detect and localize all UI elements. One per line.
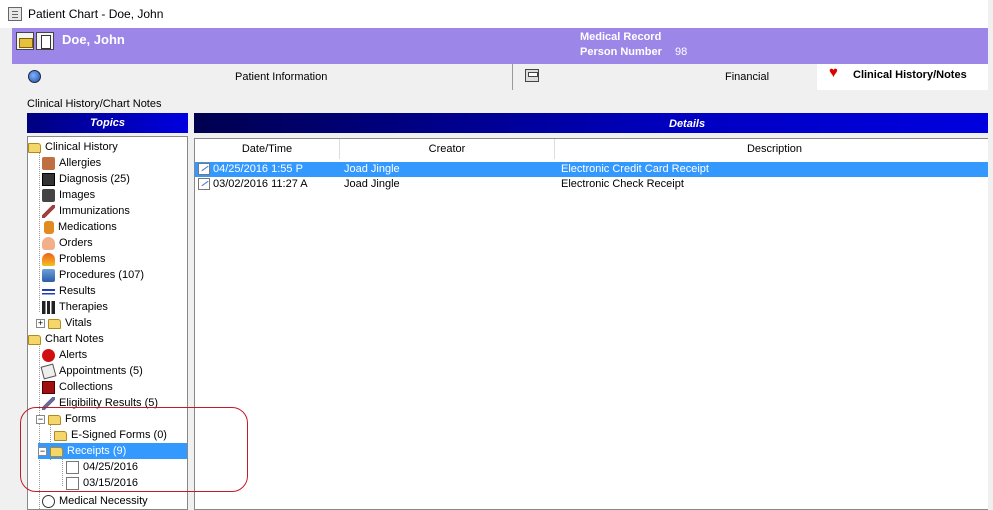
tree-item-images[interactable]: Images	[42, 187, 97, 203]
person-number-value: 98	[675, 46, 688, 58]
orders-icon	[42, 236, 55, 250]
tree-item-allergies[interactable]: Allergies	[42, 155, 103, 171]
tree-item-problems[interactable]: Problems	[42, 251, 107, 267]
tree-item-medications[interactable]: Medications	[42, 219, 119, 235]
chart-document-button[interactable]	[36, 32, 54, 50]
tree-item-diagnosis[interactable]: Diagnosis (25)	[42, 171, 132, 187]
tab-patient-information[interactable]: Patient Information	[12, 64, 512, 90]
tab-label: Patient Information	[235, 71, 328, 83]
tree-item-appointments[interactable]: Appointments (5)	[40, 363, 145, 379]
tree-item-label: Medications	[58, 221, 117, 233]
row-creator: Joad Jingle	[344, 163, 400, 175]
tree-guide-line	[39, 152, 40, 312]
tree-item-label: Immunizations	[59, 205, 130, 217]
topics-header: Topics	[27, 113, 188, 133]
column-header-date-time[interactable]: Date/Time	[195, 139, 340, 159]
topics-header-label: Topics	[89, 117, 126, 129]
section-label: Clinical History/Chart Notes	[27, 98, 162, 110]
tree-item-label: Appointments (5)	[59, 365, 143, 377]
clock-icon	[42, 494, 55, 508]
tree-item-label: Orders	[59, 237, 93, 249]
row-creator: Joad Jingle	[344, 178, 400, 190]
tree-item-results[interactable]: Results	[42, 283, 98, 299]
tree-item-therapies[interactable]: Therapies	[42, 299, 110, 315]
tree-item-label: Collections	[59, 381, 113, 393]
tree-item-label: Vitals	[65, 317, 92, 329]
row-description: Electronic Check Receipt	[561, 178, 684, 190]
results-icon	[42, 284, 55, 298]
calculator-icon	[525, 69, 539, 82]
document-icon	[198, 163, 210, 175]
tree-item-label: Clinical History	[45, 141, 118, 153]
column-header-description[interactable]: Description	[555, 139, 993, 159]
tree-item-label: Therapies	[59, 301, 108, 313]
tree-item-immunizations[interactable]: Immunizations	[42, 203, 132, 219]
window-scrollbar[interactable]	[988, 0, 993, 510]
details-list[interactable]: Date/Time Creator Description 04/25/2016…	[194, 138, 993, 510]
heart-icon	[829, 64, 843, 81]
problems-icon	[42, 252, 55, 266]
tree-item-alerts[interactable]: Alerts	[42, 347, 89, 363]
tree-item-clinical-history[interactable]: Clinical History	[28, 139, 120, 155]
folder-icon	[28, 143, 41, 153]
details-header: Details	[194, 113, 993, 133]
procedures-icon	[42, 268, 55, 282]
folder-icon	[28, 335, 41, 345]
tree-item-label: Results	[59, 285, 96, 297]
tab-label: Clinical History/Notes	[853, 69, 967, 81]
highlight-annotation	[20, 407, 248, 492]
tree-item-label: Medical Necessity	[59, 495, 148, 507]
tree-item-orders[interactable]: Orders	[42, 235, 95, 251]
row-date: 04/25/2016 1:55 P	[213, 163, 303, 175]
clipboard-icon	[8, 7, 22, 21]
medical-record-label: Medical Record	[580, 31, 662, 43]
tab-clinical-history-notes[interactable]: Clinical History/Notes	[817, 64, 993, 90]
row-date: 03/02/2016 11:27 A	[213, 178, 308, 190]
open-folder-button[interactable]	[16, 32, 34, 50]
patient-header: Doe, John Medical Record Person Number 9…	[12, 28, 993, 64]
tree-item-collections[interactable]: Collections	[42, 379, 115, 395]
column-header-creator[interactable]: Creator	[340, 139, 555, 159]
appointment-icon	[40, 363, 57, 379]
table-row[interactable]: 03/02/2016 11:27 A Joad Jingle Electroni…	[195, 177, 993, 192]
person-number-label: Person Number	[580, 46, 662, 58]
row-description: Electronic Credit Card Receipt	[561, 163, 709, 175]
expand-icon[interactable]: +	[36, 318, 45, 328]
tab-strip: Patient Information Financial Clinical H…	[12, 64, 993, 90]
table-row[interactable]: 04/25/2016 1:55 P Joad Jingle Electronic…	[195, 162, 993, 177]
tree-item-label: Procedures (107)	[59, 269, 144, 281]
alert-icon	[42, 348, 55, 362]
tab-financial[interactable]: Financial	[512, 64, 817, 90]
title-bar: Patient Chart - Doe, John	[0, 0, 993, 28]
tree-item-label: Chart Notes	[45, 333, 104, 345]
folder-icon	[48, 319, 61, 329]
document-icon	[198, 178, 210, 190]
camera-icon	[42, 188, 55, 202]
tree-item-label: Problems	[59, 253, 106, 265]
patient-name: Doe, John	[62, 32, 125, 47]
tree-item-chart-notes[interactable]: Chart Notes	[28, 331, 106, 347]
tree-item-label: Diagnosis (25)	[59, 173, 130, 185]
pill-bottle-icon	[44, 220, 54, 234]
column-header-label: Date/Time	[241, 143, 293, 155]
tree-item-medical-necessity[interactable]: Medical Necessity	[42, 493, 150, 509]
tree-item-vitals[interactable]: + Vitals	[36, 315, 94, 331]
collections-icon	[42, 380, 55, 394]
details-header-label: Details	[669, 118, 706, 130]
column-header-label: Creator	[428, 143, 466, 155]
tree-item-label: Alerts	[59, 349, 88, 361]
globe-icon	[28, 70, 41, 83]
window-title: Patient Chart - Doe, John	[28, 7, 164, 21]
dumbbell-icon	[42, 300, 55, 314]
tree-item-label: Allergies	[59, 157, 102, 169]
diagnosis-icon	[42, 172, 55, 186]
tree-item-label: Images	[59, 189, 96, 201]
tree-item-procedures[interactable]: Procedures (107)	[42, 267, 146, 283]
tab-label: Financial	[725, 71, 770, 83]
syringe-icon	[42, 204, 55, 218]
allergies-icon	[42, 156, 55, 170]
column-header-label: Description	[746, 143, 803, 155]
